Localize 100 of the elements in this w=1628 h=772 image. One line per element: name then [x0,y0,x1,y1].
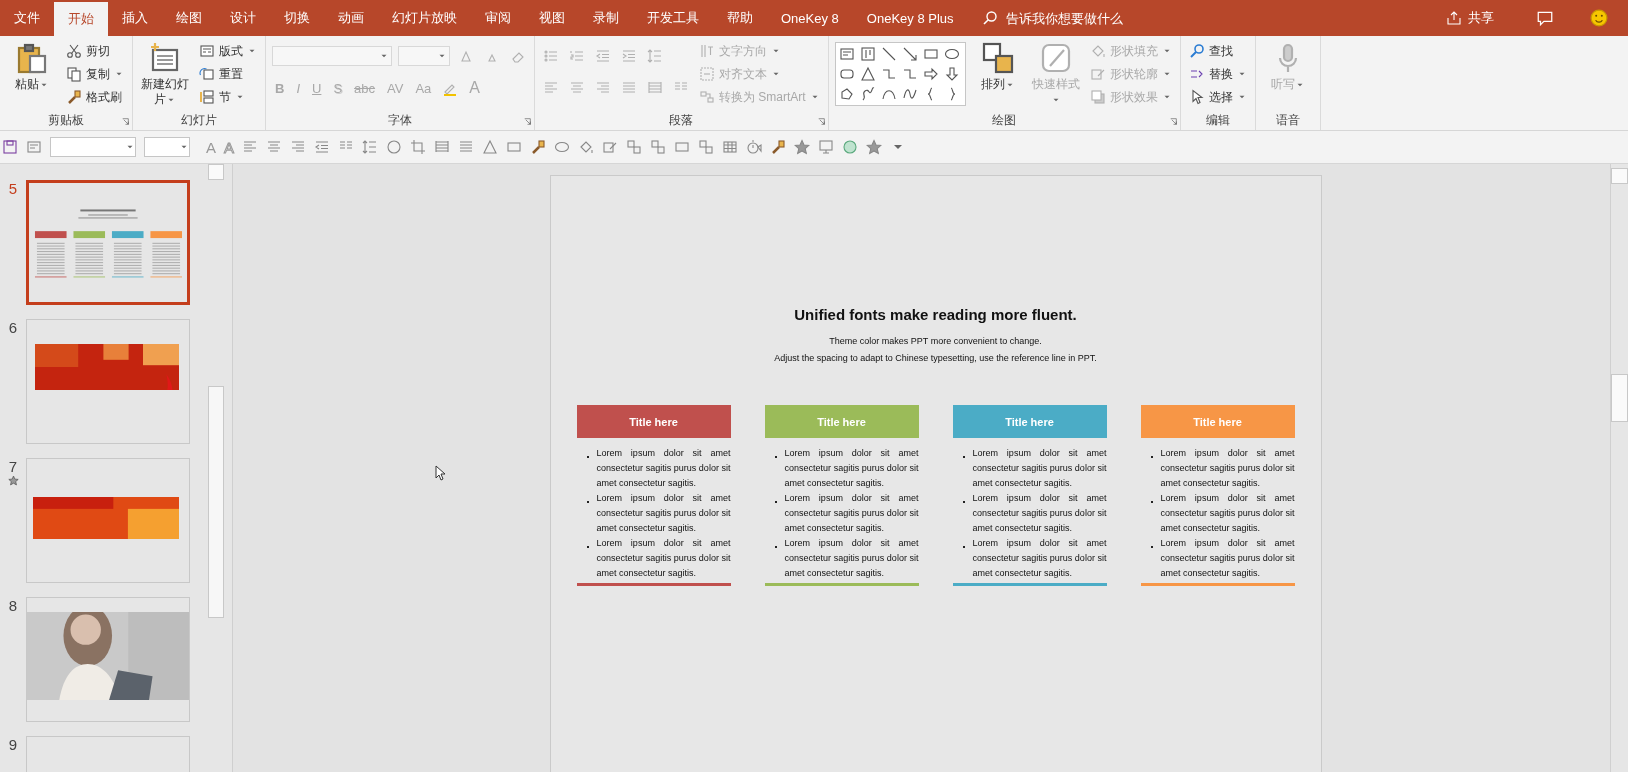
save-icon[interactable] [2,139,18,155]
ribbon-tab[interactable]: 设计 [216,0,270,36]
star-icon[interactable] [794,139,811,155]
ribbon-button[interactable]: 选择 [1186,86,1249,108]
slide-thumbnail[interactable] [26,319,190,444]
ellipse-icon[interactable] [943,46,960,62]
scroll-thumb[interactable] [1611,374,1628,422]
font-field[interactable] [50,137,136,157]
column-title: Title here [952,405,1107,438]
circle-icon[interactable] [842,139,859,155]
search-icon [1188,43,1205,59]
group-label: 字体 [388,112,412,129]
numbered-list-icon [569,48,585,64]
bullet-text: Lorem ipsum dolor sit amet consectetur sagitis purus dolor sit amet consectetur sagitis. [784,492,919,535]
slide-thumbnail[interactable] [26,597,190,722]
arrow-icon[interactable] [901,46,918,62]
align-right-icon[interactable] [290,139,307,155]
arrange-icon [981,42,1014,74]
scroll-thumb[interactable] [208,386,224,618]
outdent-icon[interactable] [314,139,331,155]
slide-icon [149,42,181,74]
ribbon-button[interactable]: 节 [197,86,259,108]
ellipse-icon[interactable] [554,139,571,155]
ribbon-tab[interactable]: OneKey 8 [767,0,853,36]
rectangle-icon[interactable] [674,139,691,155]
squares-icon[interactable] [698,139,715,155]
ribbon-tab[interactable]: 开始 [54,2,108,36]
bullet-text: Lorem ipsum dolor sit amet consectetur sagitis purus dolor sit amet consectetur sagitis. [596,447,731,490]
ribbon-tab[interactable]: 录制 [579,0,633,36]
align-center-icon[interactable] [266,139,283,155]
distribute-icon[interactable] [434,139,451,155]
ribbon-tab[interactable]: 切换 [270,0,324,36]
freeform-icon[interactable] [838,86,855,102]
line-icon[interactable] [880,46,897,62]
pen-icon[interactable] [602,139,619,155]
line-spacing-icon[interactable] [362,139,379,155]
crop-icon[interactable] [410,139,427,155]
slide-thumbnail[interactable] [26,180,190,305]
corner-arrow-icon[interactable] [816,117,826,126]
ribbon-button[interactable]: 复制 [64,63,126,85]
monitor-icon[interactable] [818,139,835,155]
star-icon[interactable] [866,139,883,155]
slide-number: 6 [8,319,18,336]
corner-arrow-icon[interactable] [523,117,532,126]
corner-arrow-icon[interactable] [1168,117,1178,126]
group-label: 幻灯片 [181,112,217,129]
shapes-gallery[interactable] [834,42,966,106]
squares-icon[interactable] [650,139,667,155]
textbox-icon[interactable] [26,139,42,155]
ribbon-tab[interactable]: 动画 [324,0,378,36]
circle-icon[interactable] [386,139,403,155]
ribbon-tab[interactable]: OneKey 8 Plus [852,0,968,36]
ribbon-button[interactable]: 粘贴 [6,40,58,94]
bullet-list-icon [543,48,559,64]
scissors-icon [66,43,82,59]
line-spacing-icon [647,48,663,64]
share-button[interactable]: 共享 [1440,0,1500,36]
curve-icon[interactable] [901,86,918,102]
slide-subtitle: Adjust the spacing to adapt to Chinese typesetting, use the reference line in PPT. [774,352,1097,365]
ribbon-button[interactable]: 格式刷 [64,86,126,108]
ribbon-tab[interactable]: 幻灯片放映 [378,0,471,36]
arrow-icon[interactable] [943,66,960,82]
ribbon-button[interactable]: 剪切 [64,40,126,62]
ribbon-button[interactable]: 重置 [197,63,259,85]
size-field[interactable] [144,137,190,157]
ribbon-tab[interactable]: 插入 [108,0,162,36]
table-icon[interactable] [722,139,739,155]
timer-icon[interactable] [746,139,763,155]
search-field[interactable]: 告诉我你想要做什么 [1003,9,1168,27]
triangle-icon [458,48,474,64]
ribbon-tab[interactable]: 帮助 [713,0,767,36]
corner-arrow-icon[interactable] [121,117,130,126]
ribbon-tab[interactable]: 绘图 [162,0,216,36]
justify-icon[interactable] [458,139,475,155]
shadow-icon [1089,89,1106,105]
ribbon-tab[interactable]: 开发工具 [633,0,713,36]
scrollbar[interactable] [1610,164,1628,772]
arrow-icon[interactable] [922,66,939,82]
ribbon-button[interactable]: 新建幻灯片 [139,40,191,109]
diagram-icon [699,89,715,105]
ribbon-tab[interactable]: 视图 [525,0,579,36]
group-label: 段落 [669,112,694,129]
rounded-rectangle-icon[interactable] [838,66,855,82]
ribbon-tab[interactable]: 文件 [0,0,54,36]
comment-icon[interactable] [1536,9,1554,27]
slide-thumbnail[interactable] [26,458,190,583]
ribbon-tab[interactable]: 审阅 [471,0,525,36]
smiley-icon[interactable] [1590,9,1608,27]
slide-title: Unified fonts make reading more fluent. [794,306,1077,323]
squares-icon[interactable] [626,139,643,155]
bullet-text: Lorem ipsum dolor sit amet consectetur sagitis purus dolor sit amet consectetur sagitis. [1160,537,1295,580]
align-left-icon[interactable] [242,139,259,155]
bullet-text: Lorem ipsum dolor sit amet consectetur sagitis purus dolor sit amet consectetur sagitis. [1160,492,1295,535]
ribbon-button[interactable]: 替换 [1186,63,1249,85]
triangle-icon[interactable] [482,139,499,155]
ribbon-button[interactable]: 排列 [971,40,1024,94]
ribbon-button[interactable]: 查找 [1186,40,1249,62]
rectangle-icon[interactable] [506,139,523,155]
triangle-icon[interactable] [859,66,876,82]
ribbon-button[interactable]: 版式 [197,40,259,62]
